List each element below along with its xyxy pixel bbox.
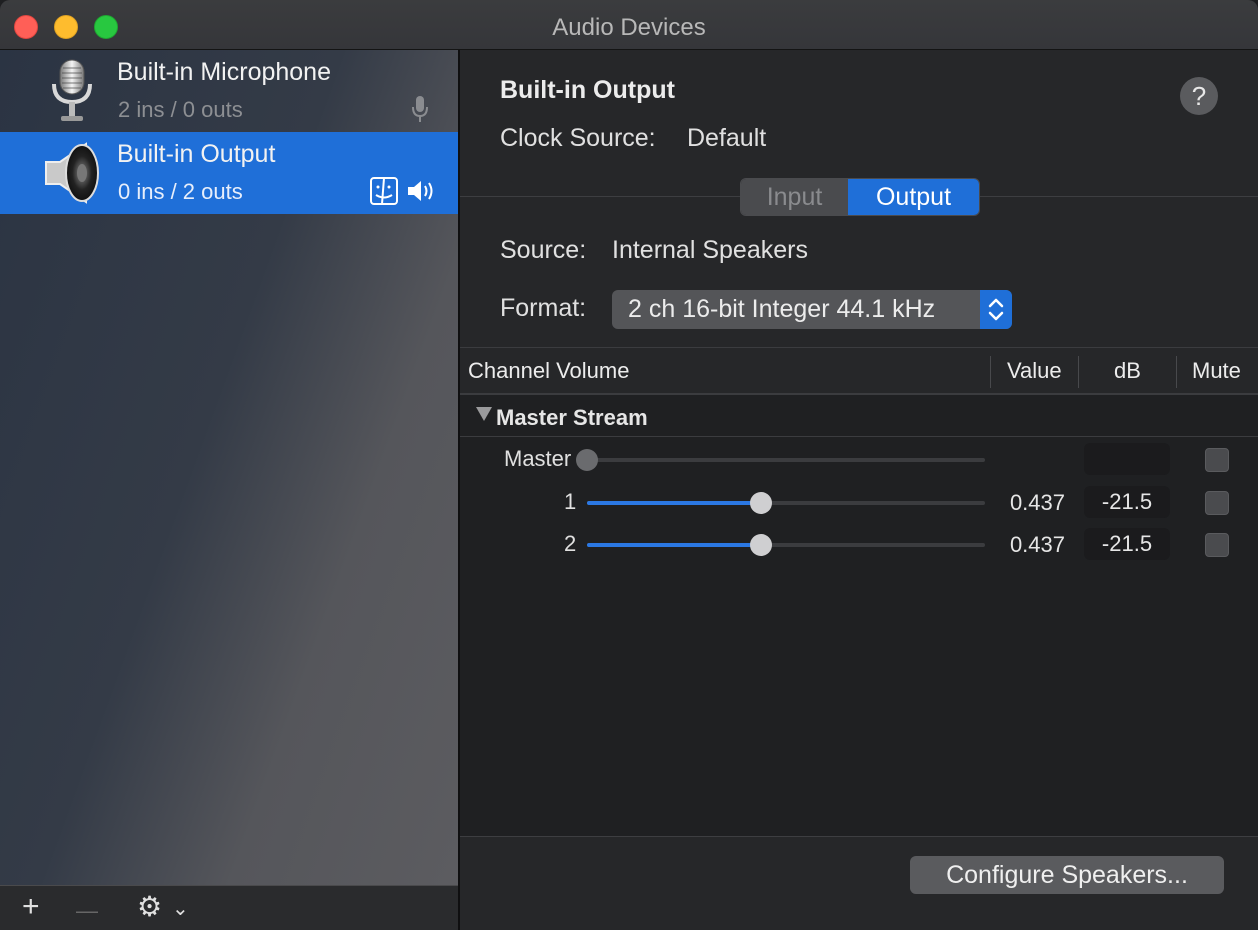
separator xyxy=(460,836,1258,837)
column-header-db[interactable]: dB xyxy=(1114,358,1141,384)
audio-devices-window: Audio Devices Built-in Microphone 2 ins … xyxy=(0,0,1258,930)
table-header: Channel Volume Value dB Mute xyxy=(460,347,1258,395)
disclosure-triangle-icon[interactable] xyxy=(476,407,492,421)
tab-input[interactable]: Input xyxy=(741,179,848,215)
mute-checkbox[interactable] xyxy=(1205,448,1229,472)
master-volume-slider xyxy=(587,458,985,462)
slider-fill xyxy=(587,501,761,505)
clock-source-value[interactable]: Default xyxy=(687,124,766,153)
channel-row-1: 1 0.437 -21.5 xyxy=(460,482,1258,522)
channel-row-master: Master xyxy=(460,439,1258,479)
master-stream-group[interactable]: Master Stream xyxy=(460,397,1258,437)
device-item-built-in-output[interactable]: Built-in Output 0 ins / 2 outs xyxy=(0,132,458,214)
column-header-value[interactable]: Value xyxy=(1007,358,1062,384)
output-speaker-icon xyxy=(408,181,433,201)
column-header-mute[interactable]: Mute xyxy=(1192,358,1241,384)
device-io-count: 2 ins / 0 outs xyxy=(118,97,243,122)
device-title: Built-in Output xyxy=(500,76,675,104)
slider-knob[interactable] xyxy=(749,534,772,556)
column-header-channel-volume[interactable]: Channel Volume xyxy=(468,358,629,384)
input-microphone-icon xyxy=(412,96,428,122)
up-down-chevron-icon xyxy=(988,298,1004,321)
channel-value: 0.437 xyxy=(1009,490,1065,515)
add-device-button[interactable]: + xyxy=(22,892,40,922)
channel-db-field[interactable]: -21.5 xyxy=(1084,486,1170,518)
channel-2-volume-slider[interactable] xyxy=(587,543,985,547)
channel-db-field[interactable]: -21.5 xyxy=(1084,528,1170,560)
slider-knob[interactable] xyxy=(749,492,772,514)
format-label: Format: xyxy=(500,294,587,322)
device-detail-panel: Built-in Output ? Clock Source: Default … xyxy=(460,50,1258,930)
column-separator xyxy=(1078,356,1079,388)
mute-checkbox[interactable] xyxy=(1205,533,1229,557)
remove-device-button[interactable]: — xyxy=(76,896,98,926)
device-name: Built-in Microphone xyxy=(117,58,331,86)
tab-output[interactable]: Output xyxy=(848,179,979,215)
slider-knob xyxy=(576,449,598,471)
channel-label: 1 xyxy=(564,489,577,514)
source-label: Source: xyxy=(500,236,587,264)
channel-db-field xyxy=(1084,443,1170,475)
title-bar[interactable]: Audio Devices xyxy=(0,0,1258,50)
input-output-segmented-control[interactable]: Input Output xyxy=(740,178,980,216)
channel-label: Master xyxy=(504,446,572,471)
device-list: Built-in Microphone 2 ins / 0 outs Built… xyxy=(0,50,458,885)
channel-1-volume-slider[interactable] xyxy=(587,501,985,505)
gear-icon[interactable]: ⚙ xyxy=(137,892,162,922)
column-separator xyxy=(1176,356,1177,388)
window-title: Audio Devices xyxy=(552,14,706,41)
help-button[interactable]: ? xyxy=(1180,77,1218,115)
channel-row-2: 2 0.437 -21.5 xyxy=(460,524,1258,564)
column-separator xyxy=(990,356,991,388)
channel-value: 0.437 xyxy=(1009,532,1065,557)
chevron-down-icon[interactable]: ⌄ xyxy=(172,894,189,924)
format-select[interactable]: 2 ch 16-bit Integer 44.1 kHz xyxy=(612,290,1012,329)
slider-fill xyxy=(587,543,761,547)
mute-checkbox[interactable] xyxy=(1205,491,1229,515)
format-value: 2 ch 16-bit Integer 44.1 kHz xyxy=(628,295,936,323)
channel-label: 2 xyxy=(564,531,577,556)
speaker-icon xyxy=(45,142,99,204)
group-label: Master Stream xyxy=(496,405,648,430)
source-value: Internal Speakers xyxy=(612,236,808,264)
device-name: Built-in Output xyxy=(117,140,276,168)
device-io-count: 0 ins / 2 outs xyxy=(118,179,243,204)
format-select-stepper[interactable] xyxy=(980,290,1012,329)
channel-volume-table: Channel Volume Value dB Mute Master Stre… xyxy=(460,347,1258,837)
clock-source-label: Clock Source: xyxy=(500,124,656,152)
configure-speakers-button[interactable]: Configure Speakers... xyxy=(910,856,1224,894)
device-item-built-in-microphone[interactable]: Built-in Microphone 2 ins / 0 outs xyxy=(0,50,458,132)
sidebar-footer: + — ⚙ ⌄ xyxy=(0,885,458,930)
system-output-finder-icon xyxy=(370,177,398,205)
microphone-icon xyxy=(52,59,92,121)
